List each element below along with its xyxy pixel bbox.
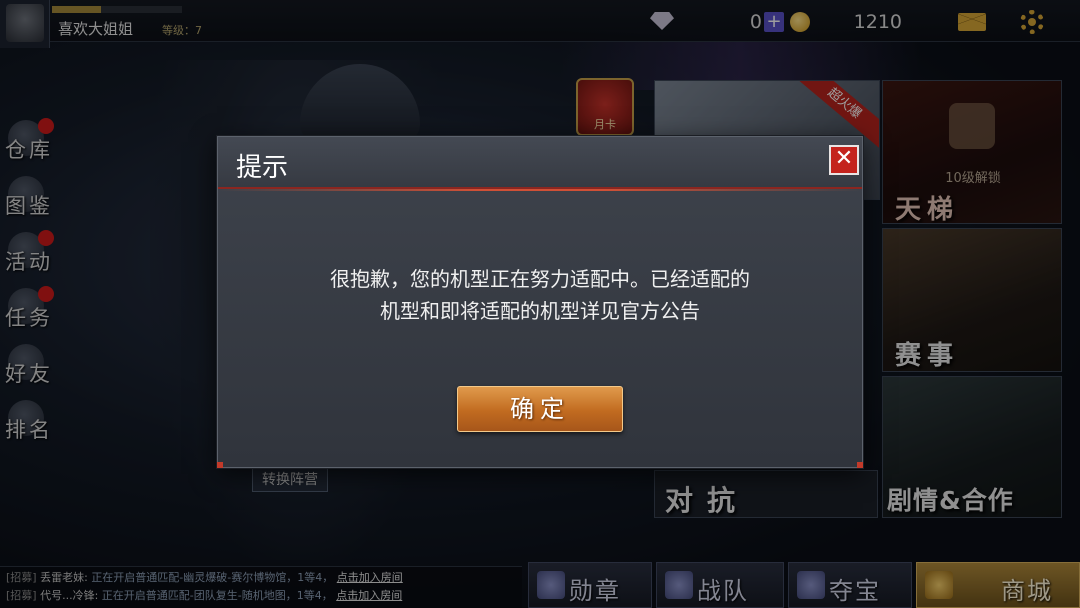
dialog-message: 很抱歉，您的机型正在努力适配中。已经适配的 机型和即将适配的机型详见官方公告 [248, 263, 832, 327]
frame-corner [857, 462, 863, 468]
dialog-title: 提示 [236, 153, 289, 183]
frame-corner [217, 462, 223, 468]
close-button[interactable]: ✕ [829, 145, 859, 175]
dialog-message-line: 很抱歉，您的机型正在努力适配中。已经适配的 [330, 267, 750, 291]
dialog-message-line: 机型和即将适配的机型详见官方公告 [380, 299, 700, 323]
confirm-button[interactable]: 确定 [457, 386, 623, 432]
dialog-header: 提示 ✕ [218, 137, 862, 191]
notice-dialog: 提示 ✕ 很抱歉，您的机型正在努力适配中。已经适配的 机型和即将适配的机型详见官… [217, 136, 863, 468]
